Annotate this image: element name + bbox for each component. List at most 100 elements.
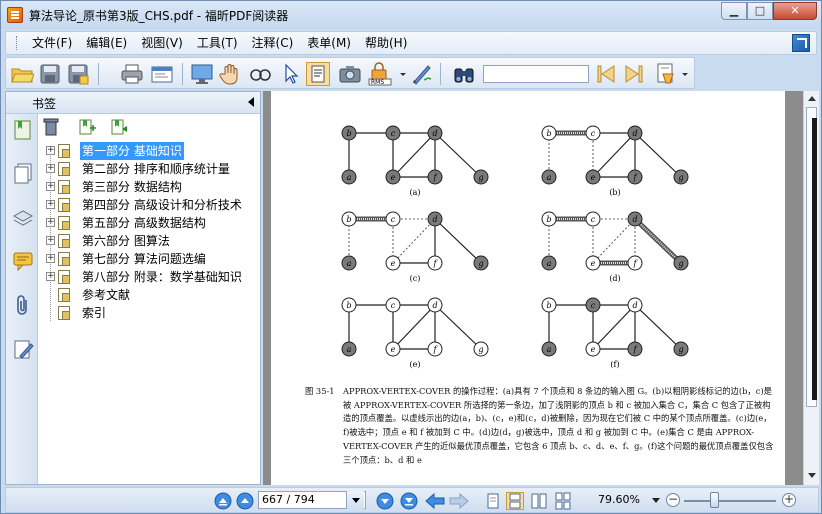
collapse-panel-icon[interactable] <box>248 97 254 107</box>
scroll-down-icon[interactable] <box>808 473 816 478</box>
facing-pages-icon[interactable] <box>530 492 548 510</box>
vertex-label: d <box>632 129 637 138</box>
menu-grip <box>16 36 19 50</box>
select-arrow-icon[interactable] <box>278 62 302 86</box>
highlight-dropdown-icon[interactable] <box>680 62 690 86</box>
zoom-level[interactable]: 79.60% <box>598 493 640 506</box>
rms-dropdown-icon[interactable] <box>398 62 408 86</box>
prev-page-icon[interactable] <box>236 492 254 510</box>
window-title: 算法导论_原书第3版_CHS.pdf - 福昕PDF阅读器 <box>29 9 289 23</box>
open-folder-icon[interactable] <box>10 62 35 86</box>
continuous-facing-icon[interactable] <box>554 492 572 510</box>
zoom-in-icon[interactable]: + <box>782 493 796 507</box>
expand-icon[interactable]: + <box>46 236 55 245</box>
bookmarks-icon[interactable] <box>12 118 34 140</box>
properties-icon[interactable] <box>150 62 174 86</box>
removed-edge <box>392 218 436 264</box>
main-toolbar: RMS <box>5 57 695 89</box>
vertex-label: b <box>546 301 551 310</box>
zoom-slider-track[interactable] <box>684 500 776 502</box>
graph-edge <box>592 304 636 350</box>
save-icon[interactable] <box>38 62 62 86</box>
new-bookmark-icon[interactable] <box>79 119 96 135</box>
zoom-out-icon[interactable]: − <box>666 493 680 507</box>
vertex-label: g <box>478 173 483 182</box>
binoculars-icon[interactable] <box>452 62 476 86</box>
vertex-label: g <box>678 173 683 182</box>
scroll-up-icon[interactable] <box>808 96 816 101</box>
attachments-icon[interactable] <box>12 294 34 316</box>
continuous-page-icon[interactable] <box>506 492 524 510</box>
menu-tools[interactable]: 工具(T) <box>190 33 245 53</box>
bookmark-label: 第三部分 数据结构 <box>82 180 182 194</box>
next-page-icon[interactable] <box>376 492 394 510</box>
expand-icon[interactable]: + <box>46 146 55 155</box>
expand-icon[interactable]: + <box>46 164 55 173</box>
sign-icon[interactable] <box>410 62 434 86</box>
restore-icon[interactable] <box>792 34 810 52</box>
expand-icon[interactable]: + <box>46 254 55 263</box>
bookmark-label: 第四部分 高级设计和分析技术 <box>82 198 242 212</box>
back-arrow-icon[interactable] <box>424 492 446 510</box>
single-page-icon[interactable] <box>484 492 502 510</box>
bookmark-item[interactable]: + 第一部分 基础知识 <box>42 142 258 160</box>
minimize-button[interactable]: ▁ <box>721 2 747 20</box>
next-result-icon[interactable] <box>622 62 646 86</box>
hand-tool-icon[interactable] <box>218 62 242 86</box>
bookmark-panel: 书签 + 第一部分 基础知识 + 第二部分 排序和顺序统计量 + 第三部分 数据… <box>5 91 261 485</box>
vertex-label: g <box>678 259 683 268</box>
menu-comment[interactable]: 注释(C) <box>245 33 301 53</box>
menu-view[interactable]: 视图(V) <box>134 33 190 53</box>
print-icon[interactable] <box>120 62 144 86</box>
menu-edit[interactable]: 编辑(E) <box>79 33 134 53</box>
toolbar-separator <box>440 63 441 85</box>
bookmark-item[interactable]: + 第二部分 排序和顺序统计量 <box>42 160 258 178</box>
expand-icon[interactable]: + <box>46 182 55 191</box>
panel-tab-rail <box>6 114 38 484</box>
vertical-scrollbar[interactable] <box>803 91 819 485</box>
bookmark-label: 第二部分 排序和顺序统计量 <box>82 162 230 176</box>
bookmark-item[interactable]: + 第四部分 高级设计和分析技术 <box>42 196 258 214</box>
zoom-tool-icon[interactable] <box>248 62 272 86</box>
rms-icon[interactable]: RMS <box>368 62 392 86</box>
page-dropdown-icon[interactable] <box>346 491 364 509</box>
status-bar: 667 / 794 79.60% − + <box>5 487 819 513</box>
zoom-dropdown-icon[interactable] <box>652 498 660 503</box>
first-page-icon[interactable] <box>214 492 232 510</box>
document-view[interactable]: b c d a e f g (a) b c d a e f g (b) b c d a e f g (c) b c d a e f g (d)… <box>263 91 803 485</box>
zoom-slider-thumb[interactable] <box>710 492 720 508</box>
close-button[interactable]: ✕ <box>773 2 817 20</box>
menu-file[interactable]: 文件(F) <box>25 33 79 53</box>
bookmark-item[interactable]: + 第六部分 图算法 <box>42 232 258 250</box>
bookmark-item[interactable]: + 第七部分 算法问题选编 <box>42 250 258 268</box>
fullscreen-icon[interactable] <box>190 62 214 86</box>
menu-help[interactable]: 帮助(H) <box>358 33 414 53</box>
layers-icon[interactable] <box>12 206 34 228</box>
pages-icon[interactable] <box>12 162 34 184</box>
menu-form[interactable]: 表单(M) <box>300 33 358 53</box>
subfigure-label: (b) <box>609 188 620 197</box>
bookmark-page-icon <box>58 180 70 194</box>
last-page-icon[interactable] <box>400 492 418 510</box>
expand-icon[interactable]: + <box>46 218 55 227</box>
bookmark-item[interactable]: + 第八部分 附录：数学基础知识 <box>42 268 258 286</box>
forward-arrow-icon[interactable] <box>448 492 470 510</box>
expand-icon[interactable]: + <box>46 200 55 209</box>
add-child-bookmark-icon[interactable] <box>111 119 127 135</box>
bookmark-item[interactable]: 索引 <box>42 304 258 322</box>
scrollbar-thumb[interactable] <box>806 107 817 407</box>
text-select-icon[interactable] <box>306 62 330 86</box>
comments-icon[interactable] <box>12 250 34 272</box>
save-as-icon[interactable] <box>66 62 90 86</box>
delete-bookmark-icon[interactable] <box>43 118 59 136</box>
signatures-icon[interactable] <box>12 338 34 360</box>
prev-result-icon[interactable] <box>594 62 618 86</box>
bookmark-item[interactable]: + 第五部分 高级数据结构 <box>42 214 258 232</box>
snapshot-icon[interactable] <box>338 62 362 86</box>
search-input[interactable] <box>483 65 589 83</box>
bookmark-item[interactable]: + 第三部分 数据结构 <box>42 178 258 196</box>
highlight-icon[interactable] <box>654 62 678 86</box>
bookmark-item[interactable]: 参考文献 <box>42 286 258 304</box>
maximize-button[interactable]: □ <box>747 2 773 20</box>
expand-icon[interactable]: + <box>46 272 55 281</box>
